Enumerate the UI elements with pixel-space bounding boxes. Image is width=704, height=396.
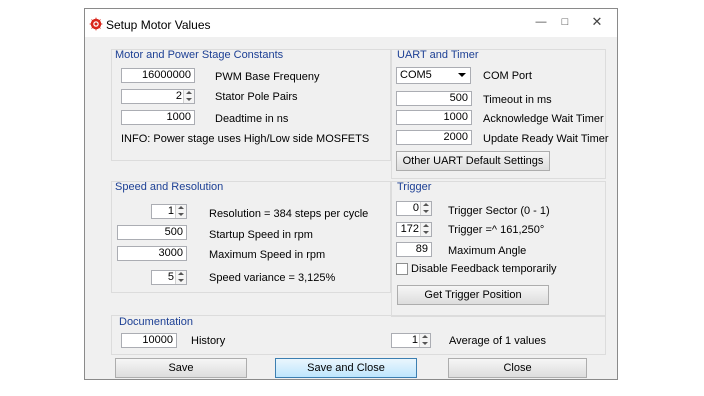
other-uart-defaults-button[interactable]: Other UART Default Settings bbox=[396, 151, 550, 171]
stator-pole-pairs-stepper[interactable]: 2 bbox=[121, 89, 195, 104]
average-stepper[interactable]: 1 bbox=[391, 333, 431, 348]
trigger-angle-value: 172 bbox=[400, 223, 419, 235]
trigger-sector-value: 0 bbox=[412, 202, 419, 214]
minimize-button[interactable]: — bbox=[531, 13, 551, 31]
acknowledge-wait-input[interactable]: 1000 bbox=[396, 110, 472, 125]
history-input[interactable]: 10000 bbox=[121, 333, 177, 348]
pwm-base-frequency-label: PWM Base Frequeny bbox=[215, 71, 320, 83]
deadtime-label: Deadtime in ns bbox=[215, 113, 289, 125]
update-ready-wait-input[interactable]: 2000 bbox=[396, 130, 472, 145]
pwm-base-frequency-input[interactable]: 16000000 bbox=[121, 68, 195, 83]
spin-arrows-icon[interactable] bbox=[419, 334, 430, 347]
trigger-angle-label: Trigger =^ 161,250° bbox=[448, 224, 545, 236]
spin-arrows-icon[interactable] bbox=[175, 271, 186, 284]
maximize-icon: □ bbox=[561, 16, 569, 28]
motor-constants-title: Motor and Power Stage Constants bbox=[115, 49, 284, 61]
com-port-select[interactable]: COM5 bbox=[396, 67, 471, 84]
maximum-angle-input[interactable]: 89 bbox=[396, 242, 432, 257]
spin-arrows-icon[interactable] bbox=[175, 205, 186, 218]
disable-feedback-checkbox[interactable] bbox=[396, 263, 408, 275]
window-title: Setup Motor Values bbox=[106, 18, 211, 32]
average-label: Average of 1 values bbox=[449, 335, 547, 347]
trigger-angle-stepper[interactable]: 172 bbox=[396, 222, 432, 237]
spin-arrows-icon[interactable] bbox=[420, 223, 431, 236]
maximum-speed-input[interactable]: 3000 bbox=[117, 246, 187, 261]
close-icon: ✕ bbox=[591, 14, 603, 29]
speed-resolution-title: Speed and Resolution bbox=[115, 181, 224, 193]
speed-variance-stepper[interactable]: 5 bbox=[151, 270, 187, 285]
speed-variance-label: Speed variance = 3,125% bbox=[209, 272, 336, 284]
average-value: 1 bbox=[411, 334, 418, 346]
com-port-label: COM Port bbox=[483, 70, 532, 82]
save-and-close-button[interactable]: Save and Close bbox=[275, 358, 417, 378]
update-ready-wait-label: Update Ready Wait Timer bbox=[483, 133, 609, 145]
close-button[interactable]: Close bbox=[448, 358, 587, 378]
deadtime-input[interactable]: 1000 bbox=[121, 110, 195, 125]
resolution-value: 1 bbox=[167, 205, 174, 217]
disable-feedback-label: Disable Feedback temporarily bbox=[411, 263, 557, 275]
chevron-down-icon[interactable] bbox=[458, 73, 466, 77]
power-stage-info: INFO: Power stage uses High/Low side MOS… bbox=[121, 133, 370, 145]
startup-speed-label: Startup Speed in rpm bbox=[209, 229, 313, 241]
timeout-label: Timeout in ms bbox=[483, 94, 552, 106]
trigger-title: Trigger bbox=[397, 181, 432, 193]
uart-timer-title: UART and Timer bbox=[397, 49, 479, 61]
spin-arrows-icon[interactable] bbox=[420, 202, 431, 215]
maximize-button[interactable]: □ bbox=[555, 13, 575, 31]
maximum-speed-label: Maximum Speed in rpm bbox=[209, 249, 326, 261]
maximum-angle-label: Maximum Angle bbox=[448, 245, 527, 257]
title-bar[interactable]: Setup Motor Values — □ ✕ bbox=[85, 9, 617, 37]
resolution-label: Resolution = 384 steps per cycle bbox=[209, 208, 369, 220]
timeout-input[interactable]: 500 bbox=[396, 91, 472, 106]
setup-motor-values-window: Setup Motor Values — □ ✕ Motor and Power… bbox=[84, 8, 618, 380]
stator-pole-pairs-label: Stator Pole Pairs bbox=[215, 91, 298, 103]
stator-pole-pairs-value: 2 bbox=[175, 90, 182, 102]
startup-speed-input[interactable]: 500 bbox=[117, 225, 187, 240]
speed-variance-value: 5 bbox=[167, 271, 174, 283]
acknowledge-wait-label: Acknowledge Wait Timer bbox=[483, 113, 604, 125]
get-trigger-position-button[interactable]: Get Trigger Position bbox=[397, 285, 549, 305]
resolution-stepper[interactable]: 1 bbox=[151, 204, 187, 219]
trigger-sector-stepper[interactable]: 0 bbox=[396, 201, 432, 216]
minimize-icon: — bbox=[535, 16, 547, 28]
app-gear-icon bbox=[89, 17, 103, 31]
spin-arrows-icon[interactable] bbox=[183, 90, 194, 103]
save-button[interactable]: Save bbox=[115, 358, 247, 378]
history-label: History bbox=[191, 335, 226, 347]
documentation-title: Documentation bbox=[119, 316, 193, 328]
close-window-button[interactable]: ✕ bbox=[585, 13, 609, 31]
trigger-sector-label: Trigger Sector (0 - 1) bbox=[448, 205, 550, 217]
com-port-value: COM5 bbox=[400, 69, 432, 81]
